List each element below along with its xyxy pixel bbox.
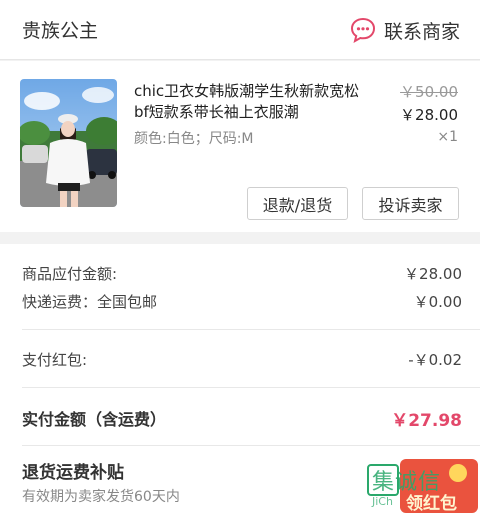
- unit-price: ￥28.00: [400, 106, 458, 124]
- refund-return-button[interactable]: 退款/退货: [247, 187, 348, 220]
- goods-amount-value: ￥28.00: [404, 265, 462, 283]
- goods-amount-label: 商品应付金额:: [22, 265, 118, 283]
- red-packet-row: 支付红包: -￥0.02: [22, 349, 462, 370]
- original-price: ￥50.00: [400, 83, 458, 101]
- return-shipping-subsidy-title[interactable]: 退货运费补贴: [22, 458, 124, 483]
- product-title[interactable]: chic卫衣女韩版潮学生秋新款宽松bf短款系带长袖上衣服潮: [134, 81, 366, 123]
- shipping-value: ￥0.00: [413, 293, 462, 311]
- divider: [22, 387, 480, 388]
- divider: [22, 329, 480, 330]
- shop-name[interactable]: 贵族公主: [22, 16, 98, 43]
- paid-amount-value: ￥27.98: [391, 411, 462, 431]
- shipping-label: 快递运费：全国包邮: [22, 293, 158, 311]
- order-item: chic卫衣女韩版潮学生秋新款宽松bf短款系带长袖上衣服潮 颜色:白色；尺码:M…: [0, 61, 480, 232]
- contact-seller-button[interactable]: 联系商家: [350, 14, 460, 46]
- chat-bubble-icon: [350, 17, 375, 43]
- paid-amount-row: 实付金额（含运费） ￥27.98: [22, 406, 462, 431]
- contact-seller-label: 联系商家: [383, 20, 460, 43]
- shipping-row: 快递运费：全国包邮 ￥0.00: [22, 291, 462, 312]
- red-packet-label: 领红包: [406, 494, 457, 513]
- product-photo: [20, 79, 117, 207]
- complain-seller-button[interactable]: 投诉卖家: [362, 187, 459, 220]
- watermark-sub: JiCh: [372, 495, 393, 508]
- goods-amount-row: 商品应付金额: ￥28.00: [22, 263, 462, 284]
- divider: [22, 445, 480, 446]
- red-packet-label: 支付红包:: [22, 351, 88, 369]
- quantity: ×1: [437, 129, 458, 145]
- paid-amount-label: 实付金额（含运费）: [22, 410, 167, 429]
- shop-header: 贵族公主 联系商家: [0, 0, 480, 60]
- product-thumbnail[interactable]: [20, 79, 117, 207]
- product-sku: 颜色:白色；尺码:M: [134, 131, 254, 147]
- return-shipping-subsidy-note: 有效期为卖家发货60天内: [22, 489, 180, 505]
- red-packet-badge[interactable]: 集诚信 JiCh 领红包: [366, 459, 478, 513]
- red-packet-value: -￥0.02: [408, 351, 462, 369]
